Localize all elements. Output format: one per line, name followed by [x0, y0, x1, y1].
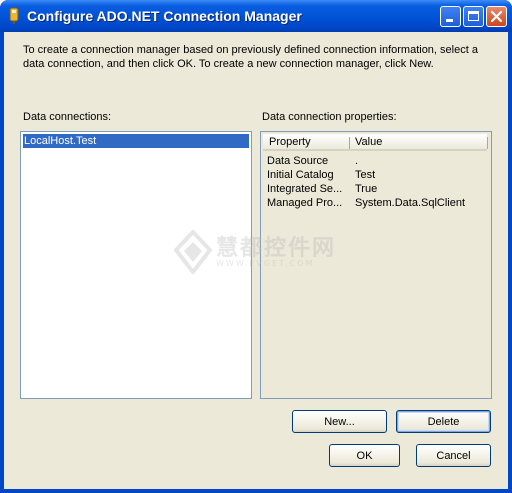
- title-bar[interactable]: Configure ADO.NET Connection Manager: [0, 0, 512, 32]
- column-header-property[interactable]: Property: [263, 134, 349, 151]
- intro-text: To create a connection manager based on …: [23, 44, 478, 70]
- new-button[interactable]: New...: [292, 410, 387, 433]
- property-row: Initial Catalog Test: [267, 168, 487, 182]
- close-button[interactable]: [486, 6, 507, 27]
- property-value: True: [355, 183, 378, 195]
- connection-manager-icon: [9, 7, 19, 24]
- minimize-icon: [446, 19, 453, 22]
- property-name: Managed Pro...: [267, 197, 343, 209]
- watermark-text: 慧都控件网: [216, 236, 337, 261]
- column-divider: [487, 137, 488, 149]
- delete-button[interactable]: Delete: [396, 410, 491, 433]
- property-row: Integrated Se... True: [267, 182, 487, 196]
- window-frame-bottom: [0, 489, 512, 493]
- close-icon: [490, 10, 503, 23]
- dialog-window: Configure ADO.NET Connection Manager To …: [0, 0, 512, 493]
- data-connections-label: Data connections:: [23, 111, 112, 123]
- watermark-logo-icon: [174, 230, 212, 274]
- cancel-button[interactable]: Cancel: [416, 444, 491, 467]
- column-divider: [349, 137, 350, 149]
- watermark-url: WWW.EVGET.COM: [216, 259, 315, 268]
- data-connection-properties-label: Data connection properties:: [262, 111, 397, 123]
- property-name: Integrated Se...: [267, 183, 343, 195]
- window-frame-right: [508, 32, 512, 493]
- dialog-client-area: To create a connection manager based on …: [4, 32, 508, 489]
- ok-button[interactable]: OK: [329, 444, 400, 467]
- maximize-button[interactable]: [463, 6, 484, 27]
- minimize-button[interactable]: [440, 6, 461, 27]
- watermark: 慧都控件网 WWW.EVGET.COM: [174, 228, 344, 278]
- column-header-value[interactable]: Value: [349, 134, 487, 151]
- property-value: .: [355, 155, 359, 167]
- property-name: Data Source: [267, 155, 329, 167]
- property-row: Data Source .: [267, 154, 487, 168]
- maximize-icon: [468, 11, 479, 21]
- window-title: Configure ADO.NET Connection Manager: [27, 8, 302, 24]
- property-name: Initial Catalog: [267, 169, 334, 181]
- property-row: Managed Pro... System.Data.SqlClient: [267, 196, 487, 210]
- list-item[interactable]: LocalHost.Test: [23, 134, 249, 148]
- property-value: Test: [355, 169, 376, 181]
- property-value: System.Data.SqlClient: [355, 197, 466, 209]
